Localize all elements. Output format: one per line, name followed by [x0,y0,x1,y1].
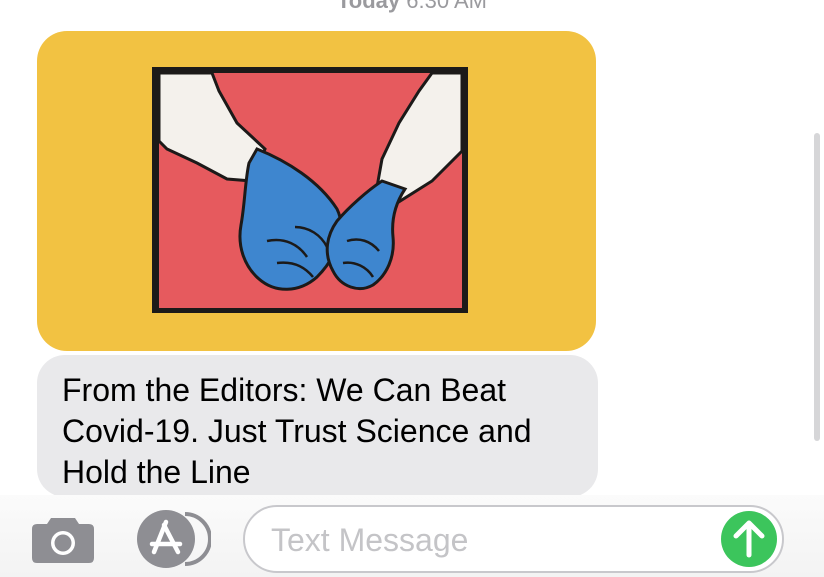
message-placeholder: Text Message [271,522,469,558]
holding-hands-illustration [152,67,468,313]
message-timestamp: Today 6:30 AM [0,0,824,14]
message-input-bar: Text Message [0,495,824,577]
timestamp-day: Today [337,0,401,13]
timestamp-time: 6:30 AM [406,0,487,13]
send-button[interactable] [721,511,777,567]
messages-screen: Today 6:30 AM From the Editors: We Can B… [0,0,824,577]
camera-button[interactable] [31,514,95,564]
app-store-button[interactable] [137,510,212,568]
link-preview-title: From the Editors: We Can Beat Covid-19. … [62,372,532,490]
camera-icon [32,518,94,563]
scroll-indicator[interactable] [814,133,820,441]
send-arrow-icon [721,511,777,567]
link-preview-image[interactable] [37,31,596,351]
app-store-icon [137,510,212,568]
link-preview-caption[interactable]: From the Editors: We Can Beat Covid-19. … [37,355,598,497]
message-text-field[interactable]: Text Message [243,505,784,573]
